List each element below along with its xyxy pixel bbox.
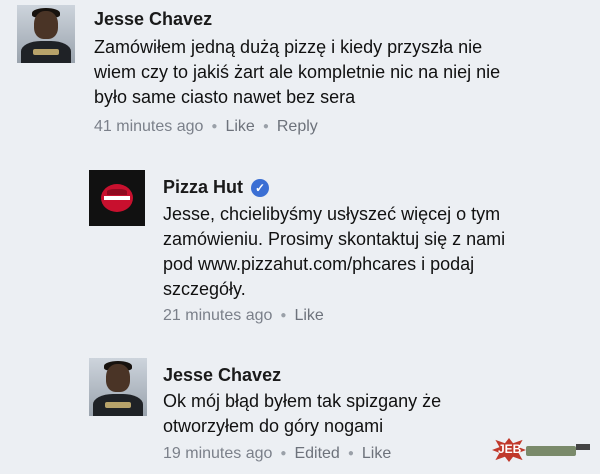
separator-dot: ● xyxy=(347,448,354,459)
comment-author[interactable]: Jesse Chavez xyxy=(163,365,281,386)
comment-text-line: otworzyłem do góry nogami xyxy=(163,416,384,436)
comment-timestamp[interactable]: 19 minutes ago xyxy=(163,445,272,462)
comment-3: Jesse Chavez Ok mój błąd byłem tak spizg… xyxy=(0,0,600,474)
separator-dot: ● xyxy=(280,448,287,459)
gun-icon xyxy=(576,444,590,450)
comment-meta: 19 minutes ago ● Edited ● Like xyxy=(163,445,391,463)
avatar-jesse-chavez[interactable] xyxy=(89,358,147,416)
watermark-logo: JEB xyxy=(492,438,592,462)
comment-text-line: Ok mój błąd byłem tak spizgany że xyxy=(163,391,442,411)
watermark-text: JEB xyxy=(498,442,522,456)
like-button[interactable]: Like xyxy=(362,445,391,462)
watermark-bar xyxy=(526,446,576,456)
edited-label[interactable]: Edited xyxy=(294,445,339,462)
